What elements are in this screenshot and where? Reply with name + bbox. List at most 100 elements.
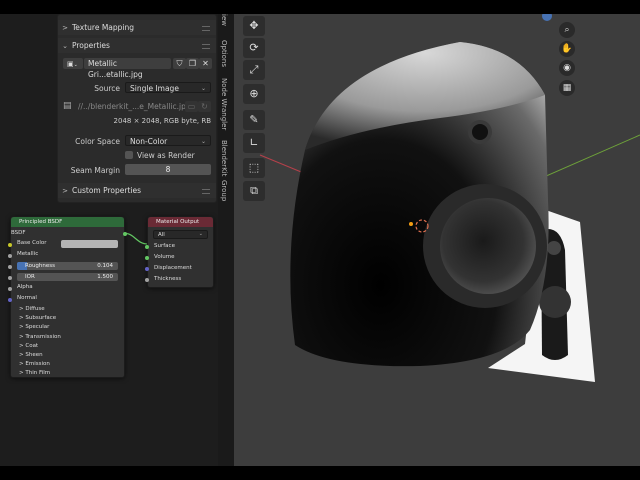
duplicate-icon[interactable]: ❐	[186, 58, 199, 69]
section-label: Diffuse	[25, 306, 45, 312]
file-icon: ▤	[63, 101, 72, 111]
fake-user-shield-icon[interactable]: ⛉	[173, 58, 186, 69]
displacement-label: Displacement	[154, 265, 192, 271]
custom-properties-header[interactable]: > Custom Properties	[58, 183, 216, 198]
section-label: Specular	[25, 324, 50, 331]
add-cube-tool[interactable]: ⬚	[243, 158, 265, 178]
extrude-tool[interactable]: ⧉	[243, 181, 265, 201]
section-label: Thin Film	[25, 370, 51, 377]
source-value: Single Image	[130, 84, 179, 93]
displacement-socket[interactable]	[145, 267, 149, 271]
drag-handle-icon[interactable]	[202, 44, 210, 49]
camera-view-button[interactable]: ◉	[559, 60, 575, 76]
rotate-tool[interactable]: ⟳	[243, 38, 265, 58]
target-value: All	[158, 232, 165, 238]
scale-tool[interactable]: ⤢	[243, 60, 265, 80]
file-path-field[interactable]: //../blenderkit_...e_Metallic.jpg	[74, 101, 191, 112]
chevron-down-icon: ⌄	[73, 62, 78, 68]
metallic-socket[interactable]	[8, 254, 12, 258]
normal-label: Normal	[17, 295, 37, 301]
pan-button[interactable]: ✋	[559, 41, 575, 57]
section-label: Transmission	[25, 333, 61, 340]
image-browse-button[interactable]: ▣⌄	[63, 58, 83, 69]
chevron-down-icon: ⌄	[200, 85, 206, 92]
extrude-icon: ⧉	[250, 184, 258, 197]
seam-margin-field[interactable]: 8	[125, 164, 211, 175]
base-color-socket[interactable]	[8, 243, 12, 247]
folder-icon[interactable]: ▭	[185, 101, 198, 112]
volume-socket[interactable]	[145, 256, 149, 260]
tab-node-wrangler[interactable]: Node Wrangler	[220, 78, 228, 130]
roughness-slider[interactable]: Roughness 0.104	[17, 262, 118, 270]
view-as-render-checkbox[interactable]	[125, 151, 133, 159]
scale-icon: ⤢	[249, 63, 259, 76]
chevron-down-icon: ⌄	[200, 138, 206, 145]
principled-bsdf-node[interactable]: Principled BSDF BSDF Base Color Metallic…	[8, 216, 127, 378]
sidebar-tabs: iew Options Node Wrangler BlenderKit Gro…	[218, 14, 234, 466]
reload-icon[interactable]: ↻	[198, 101, 211, 112]
section-diffuse[interactable]: > Diffuse	[19, 306, 45, 312]
drag-handle-icon[interactable]	[202, 189, 210, 194]
section-thin-film[interactable]: > Thin Film	[19, 370, 50, 376]
view-as-render-label: View as Render	[137, 151, 195, 160]
move-icon: ✥	[249, 19, 259, 32]
transform-tool[interactable]: ⊕	[243, 84, 265, 104]
section-sheen[interactable]: > Sheen	[19, 352, 43, 358]
section-coat[interactable]: > Coat	[19, 343, 38, 349]
color-space-dropdown[interactable]: Non-Color ⌄	[125, 135, 211, 146]
bsdf-output-socket[interactable]	[123, 232, 127, 236]
section-emission[interactable]: > Emission	[19, 361, 50, 367]
drag-handle-icon[interactable]	[202, 26, 210, 31]
alpha-socket[interactable]	[8, 287, 12, 291]
target-dropdown[interactable]: All ⌄	[153, 230, 208, 239]
source-dropdown[interactable]: Single Image ⌄	[125, 82, 211, 93]
ior-value: 1.500	[97, 274, 113, 280]
top-letterbox	[0, 0, 640, 14]
ior-slider[interactable]: IOR 1.500	[17, 273, 118, 281]
3d-viewport[interactable]	[234, 14, 640, 466]
tab-blenderkit[interactable]: BlenderKit	[220, 140, 228, 176]
chevron-down-icon: ⌄	[198, 231, 203, 237]
transform-icon: ⊕	[249, 87, 259, 100]
normal-socket[interactable]	[8, 298, 12, 302]
rotate-icon: ⟳	[249, 41, 259, 54]
properties-label: Properties	[72, 41, 110, 50]
base-color-swatch[interactable]	[61, 240, 118, 248]
roughness-socket[interactable]	[8, 265, 12, 269]
measure-icon: ∟	[249, 136, 259, 149]
blender-window: Principled BSDF BSDF Base Color Metallic…	[0, 0, 640, 480]
annotate-tool[interactable]: ✎	[243, 110, 265, 130]
node-title: Material Output	[148, 217, 213, 227]
volume-label: Volume	[154, 254, 175, 260]
close-icon[interactable]: ✕	[199, 58, 212, 69]
color-space-value: Non-Color	[130, 137, 168, 146]
thickness-label: Thickness	[154, 276, 182, 282]
thickness-socket[interactable]	[145, 278, 149, 282]
custom-properties-label: Custom Properties	[72, 186, 142, 195]
image-name-field[interactable]: Metallic Gri...etallic.jpg	[84, 58, 171, 79]
section-subsurface[interactable]: > Subsurface	[19, 315, 56, 321]
tab-view[interactable]: iew	[220, 14, 228, 26]
section-transmission[interactable]: > Transmission	[19, 334, 61, 340]
material-output-node[interactable]: Material Output All ⌄ Surface Volume Dis…	[145, 216, 214, 288]
texture-mapping-header[interactable]: > Texture Mapping	[58, 20, 216, 35]
add-cube-icon: ⬚	[248, 161, 260, 174]
move-tool[interactable]: ✥	[243, 16, 265, 36]
node-title: Principled BSDF	[11, 217, 124, 227]
properties-header[interactable]: ⌄ Properties	[58, 38, 216, 53]
texture-mapping-label: Texture Mapping	[72, 23, 135, 32]
tab-options[interactable]: Options	[220, 40, 228, 67]
surface-socket[interactable]	[145, 245, 149, 249]
ortho-toggle-button[interactable]: ▦	[559, 80, 575, 96]
ior-socket[interactable]	[8, 276, 12, 280]
tab-group[interactable]: Group	[220, 180, 228, 201]
zoom-button[interactable]: ⌕	[559, 22, 575, 38]
roughness-label: Roughness	[25, 263, 56, 269]
section-specular[interactable]: > Specular	[19, 324, 49, 330]
measure-tool[interactable]: ∟	[243, 133, 265, 153]
alpha-label: Alpha	[17, 284, 33, 290]
reference-tweeter	[547, 241, 561, 255]
color-space-label: Color Space	[75, 137, 120, 146]
bottom-letterbox	[0, 466, 640, 480]
hand-icon: ✋	[561, 44, 573, 54]
